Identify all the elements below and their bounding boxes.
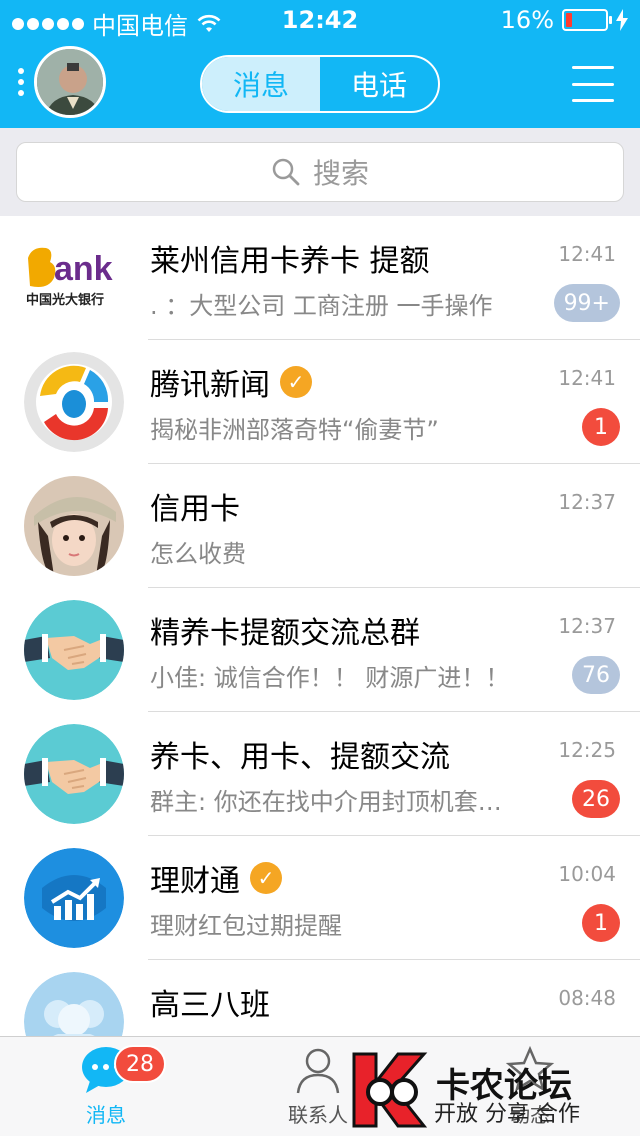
search-placeholder: 搜索: [312, 157, 369, 190]
conversation-preview: 群主: 你还在找中介用封顶机套…: [150, 788, 502, 816]
conversation-preview: 小佳: 诚信合作！！ 财源广进！！: [150, 664, 510, 692]
tab-messages[interactable]: 消息: [202, 57, 320, 111]
unread-badge: 76: [572, 656, 620, 694]
conversation-name: 高三八班: [150, 988, 270, 1023]
conversation-name: 理财通 ✓: [150, 856, 282, 900]
contacts-person-icon: [296, 1048, 340, 1094]
bank-logo-avatar: ank 中国光大银行: [24, 228, 124, 328]
svg-text:ank: ank: [54, 250, 113, 288]
tab-calls[interactable]: 电话: [320, 57, 438, 111]
charging-icon: [616, 9, 628, 31]
top-bar: 中国电信 12:42 16% 消息 电话: [0, 0, 640, 128]
conversation-time: 12:41: [558, 366, 616, 390]
conversation-name: 腾讯新闻 ✓: [150, 360, 312, 404]
svg-text:中国光大银行: 中国光大银行: [26, 292, 104, 308]
conversation-time: 12:37: [558, 614, 616, 638]
unread-badge: 1: [582, 408, 620, 446]
unread-badge: 1: [582, 904, 620, 942]
conversation-name: 莱州信用卡养卡 提额: [150, 244, 430, 279]
conversation-name: 养卡、用卡、提额交流: [150, 740, 450, 775]
tencent-news-logo-avatar: [24, 352, 124, 452]
unread-badge: 99+: [553, 284, 620, 322]
status-bar: 中国电信 12:42 16%: [0, 0, 640, 40]
handshake-avatar: [24, 724, 124, 824]
conversation-preview: . ：大型公司 工商注册 一手操作: [150, 292, 493, 320]
conversation-row[interactable]: 精养卡提额交流总群 12:37 小佳: 诚信合作！！ 财源广进！！ 76: [0, 588, 640, 712]
conversation-row[interactable]: 腾讯新闻 ✓ 12:41 揭秘非洲部落奇特“偷妻节” 1: [0, 340, 640, 464]
chart-logo-avatar: [24, 848, 124, 948]
conversation-row[interactable]: 信用卡 12:37 怎么收费: [0, 464, 640, 588]
conversation-time: 12:37: [558, 490, 616, 514]
tab-switcher: 消息 电话: [200, 55, 440, 113]
forum-watermark: 卡农论坛 开放 分享 合作: [350, 1048, 590, 1128]
handshake-avatar: [24, 600, 124, 700]
tab-bar-contacts-label: 联系人: [288, 1103, 348, 1127]
conversation-list: ank 中国光大银行 莱州信用卡养卡 提额 12:41 . ：大型公司 工商注册…: [0, 216, 640, 1036]
watermark-k-logo-icon: [352, 1052, 428, 1128]
tab-bar-messages-label: 消息: [86, 1103, 126, 1127]
battery-percent: 16%: [500, 6, 554, 34]
battery-icon: [562, 9, 612, 31]
search-area: 搜索: [0, 128, 640, 216]
verified-icon: ✓: [280, 366, 312, 398]
messages-unread-badge: 28: [114, 1045, 166, 1083]
conversation-time: 12:41: [558, 242, 616, 266]
search-icon: [272, 158, 300, 186]
more-dots-icon[interactable]: [18, 68, 24, 96]
conversation-row[interactable]: 理财通 ✓ 10:04 理财红包过期提醒 1: [0, 836, 640, 960]
watermark-subtitle: 开放 分享 合作: [434, 1102, 580, 1127]
unread-badge: 26: [572, 780, 620, 818]
conversation-row[interactable]: 高三八班 08:48: [0, 960, 640, 1036]
conversation-preview: 怎么收费: [150, 540, 246, 568]
conversation-row[interactable]: 养卡、用卡、提额交流 12:25 群主: 你还在找中介用封顶机套… 26: [0, 712, 640, 836]
girl-photo-avatar: [24, 476, 124, 576]
conversation-time: 12:25: [558, 738, 616, 762]
conversation-preview: 揭秘非洲部落奇特“偷妻节”: [150, 416, 439, 444]
conversation-name: 信用卡: [150, 492, 240, 527]
conversation-row[interactable]: ank 中国光大银行 莱州信用卡养卡 提额 12:41 . ：大型公司 工商注册…: [0, 216, 640, 340]
menu-icon[interactable]: [572, 66, 614, 102]
conversation-time: 10:04: [558, 862, 616, 886]
group-silhouette-avatar: [24, 972, 124, 1036]
conversation-time: 08:48: [558, 986, 616, 1010]
verified-icon: ✓: [250, 862, 282, 894]
conversation-preview: 理财红包过期提醒: [150, 912, 342, 940]
profile-avatar[interactable]: [34, 46, 106, 118]
search-input[interactable]: 搜索: [16, 142, 624, 202]
conversation-name: 精养卡提额交流总群: [150, 616, 420, 651]
